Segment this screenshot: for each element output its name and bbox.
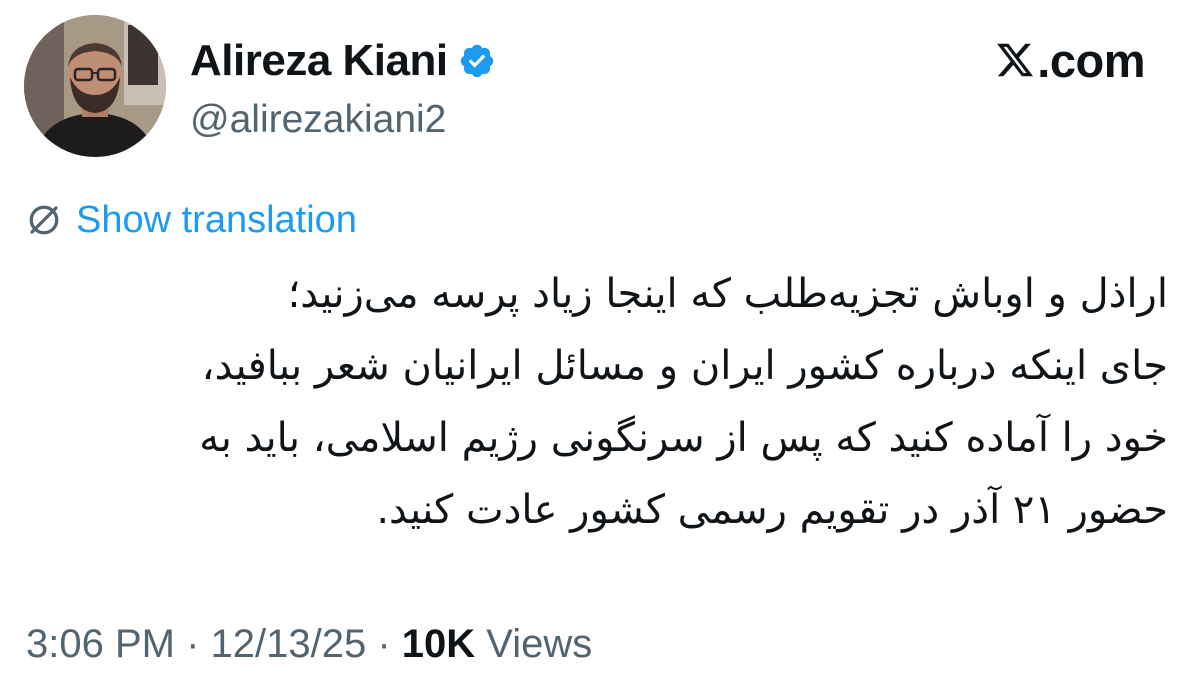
x-logo-icon <box>995 40 1035 80</box>
tweet-time[interactable]: 3:06 PM <box>26 622 175 666</box>
author-avatar[interactable] <box>24 15 166 157</box>
tweet-meta: 3:06 PM · 12/13/25 · 10K Views <box>26 618 592 670</box>
author-name-row: Alireza Kiani <box>190 33 496 89</box>
tweet-text-line: حضور ۲۱ آذر در تقویم رسمی کشور عادت کنید… <box>376 487 1168 533</box>
brand-watermark: .com <box>995 30 1145 90</box>
avatar-photo <box>24 15 166 157</box>
show-translation-button[interactable]: Show translation <box>26 195 357 245</box>
tweet-text: اراذل و اوباش تجزیه‌طلب که اینجا زیاد پر… <box>18 258 1168 546</box>
brand-domain-label: .com <box>1037 33 1145 87</box>
verified-badge-icon[interactable] <box>458 42 496 80</box>
tweet-date[interactable]: 12/13/25 <box>211 622 367 666</box>
views-label: Views <box>475 622 593 666</box>
author-handle[interactable]: @alirezakiani2 <box>190 95 446 145</box>
tweet-text-line: جای اینکه درباره کشور ایران و مسائل ایرا… <box>201 343 1168 389</box>
views-count[interactable]: 10K <box>402 622 475 666</box>
tweet-text-line: اراذل و اوباش تجزیه‌طلب که اینجا زیاد پر… <box>287 271 1168 317</box>
tweet-text-line: خود را آماده کنید که پس از سرنگونی رژیم … <box>199 415 1168 461</box>
show-translation-label: Show translation <box>76 199 357 241</box>
meta-separator: · <box>366 622 402 666</box>
author-display-name[interactable]: Alireza Kiani <box>190 33 448 89</box>
translate-icon <box>26 202 62 238</box>
meta-separator: · <box>174 622 211 666</box>
